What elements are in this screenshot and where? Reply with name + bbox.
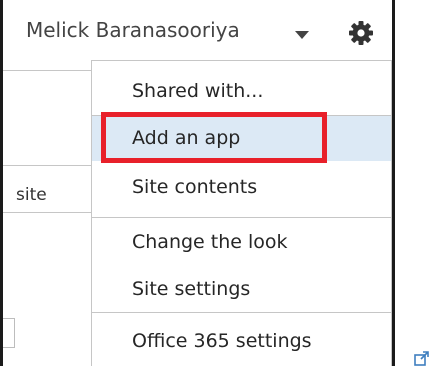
- menu-item-site-settings[interactable]: Site settings: [92, 267, 391, 312]
- page-divider: [3, 212, 93, 213]
- page-panel-edge: [3, 318, 15, 348]
- menu-separator: [92, 312, 391, 313]
- page-divider: [3, 165, 93, 166]
- user-name-menu[interactable]: Melick Baranasooriya: [26, 18, 240, 42]
- menu-item-site-contents[interactable]: Site contents: [92, 165, 391, 210]
- caret-down-icon[interactable]: [295, 31, 309, 39]
- settings-menu: Shared with... Add an app Site contents …: [91, 60, 392, 366]
- menu-item-office-365-settings[interactable]: Office 365 settings: [92, 319, 391, 364]
- gear-icon[interactable]: [348, 20, 374, 46]
- page-divider: [3, 70, 93, 71]
- site-label: site: [16, 185, 47, 205]
- menu-separator: [92, 217, 391, 218]
- external-link-icon[interactable]: [414, 351, 430, 366]
- menu-item-change-the-look[interactable]: Change the look: [92, 220, 391, 265]
- menu-item-shared-with[interactable]: Shared with...: [92, 69, 391, 114]
- menu-item-add-an-app[interactable]: Add an app: [92, 116, 391, 161]
- sharepoint-window: Melick Baranasooriya site Shared with...…: [0, 0, 395, 366]
